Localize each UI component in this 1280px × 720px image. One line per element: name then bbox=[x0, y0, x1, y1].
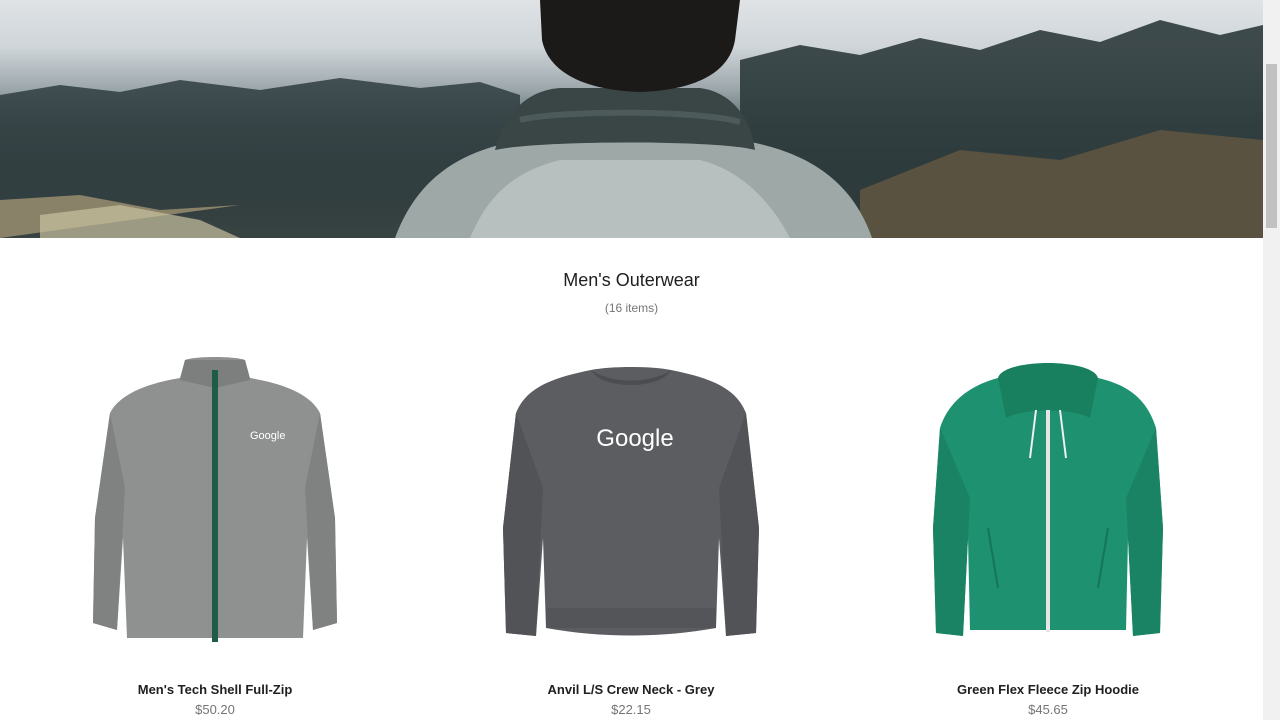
product-price: $22.15 bbox=[611, 702, 651, 717]
scrollbar-thumb[interactable] bbox=[1266, 64, 1277, 228]
hero-banner bbox=[0, 0, 1263, 238]
product-name[interactable]: Green Flex Fleece Zip Hoodie bbox=[878, 682, 1218, 697]
google-logo: Google bbox=[596, 425, 673, 452]
vertical-scrollbar[interactable] bbox=[1263, 0, 1280, 720]
google-logo: Google bbox=[250, 430, 285, 442]
product-image[interactable] bbox=[878, 338, 1218, 658]
product-name[interactable]: Anvil L/S Crew Neck - Grey bbox=[461, 682, 801, 697]
product-price: $45.65 bbox=[1028, 702, 1068, 717]
product-image[interactable]: Google bbox=[45, 338, 385, 658]
category-title: Men's Outerwear bbox=[563, 270, 700, 290]
page: Men's Outerwear (16 items) Google Men's … bbox=[0, 0, 1263, 720]
item-count: (16 items) bbox=[604, 301, 659, 315]
hero-image bbox=[0, 0, 1263, 238]
product-grid: Google Men's Tech Shell Full-Zip $50.20 … bbox=[0, 338, 1263, 720]
product-card[interactable]: Google Anvil L/S Crew Neck - Grey $22.15 bbox=[461, 338, 801, 720]
product-price: $50.20 bbox=[195, 702, 235, 717]
product-card[interactable]: Google Men's Tech Shell Full-Zip $50.20 bbox=[45, 338, 385, 720]
product-image[interactable]: Google bbox=[461, 338, 801, 658]
product-name[interactable]: Men's Tech Shell Full-Zip bbox=[45, 682, 385, 697]
product-card[interactable]: Green Flex Fleece Zip Hoodie $45.65 bbox=[878, 338, 1218, 720]
